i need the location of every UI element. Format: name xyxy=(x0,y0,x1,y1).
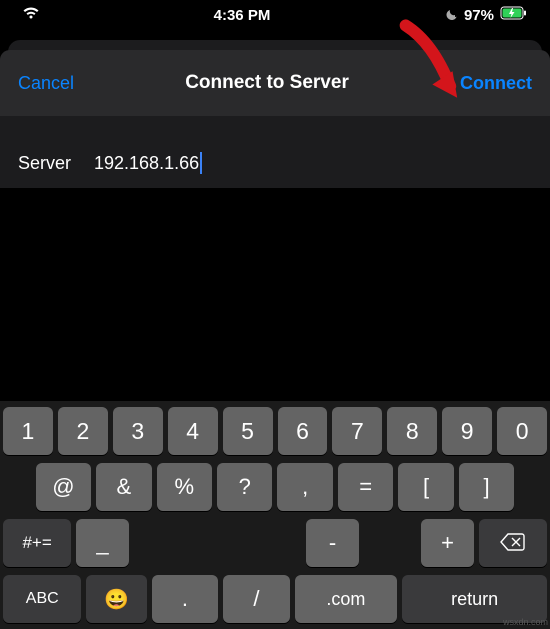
server-value: 192.168.1.66 xyxy=(94,153,199,174)
key-comma[interactable]: , xyxy=(277,463,332,511)
key-7[interactable]: 7 xyxy=(332,407,382,455)
key-5[interactable]: 5 xyxy=(223,407,273,455)
moon-icon xyxy=(444,6,458,24)
key-9[interactable]: 9 xyxy=(442,407,492,455)
key-symbols-shift[interactable]: #+= xyxy=(3,519,71,567)
key-slash[interactable]: / xyxy=(223,575,289,623)
key-percent[interactable]: % xyxy=(157,463,212,511)
keyboard-row-2: @ & % ? , = [ ] xyxy=(3,463,547,511)
key-1[interactable]: 1 xyxy=(3,407,53,455)
keyboard-row-1: 1 2 3 4 5 6 7 8 9 0 xyxy=(3,407,547,455)
key-question[interactable]: ? xyxy=(217,463,272,511)
key-8[interactable]: 8 xyxy=(387,407,437,455)
keyboard-row-4: ABC 😀 . / .com return xyxy=(3,575,547,623)
battery-icon xyxy=(500,6,528,24)
key-abc[interactable]: ABC xyxy=(3,575,81,623)
wifi-icon xyxy=(22,6,40,24)
keyboard: 1 2 3 4 5 6 7 8 9 0 @ & % ? , = [ ] #+= … xyxy=(0,401,550,629)
key-amp[interactable]: & xyxy=(96,463,151,511)
key-at[interactable]: @ xyxy=(36,463,91,511)
server-label: Server xyxy=(18,153,94,174)
key-return[interactable]: return xyxy=(402,575,547,623)
key-6[interactable]: 6 xyxy=(278,407,328,455)
key-3[interactable]: 3 xyxy=(113,407,163,455)
battery-percent: 97% xyxy=(464,7,494,24)
watermark: wsxdn.com xyxy=(503,617,548,627)
key-rbracket[interactable]: ] xyxy=(459,463,514,511)
key-underscore[interactable]: _ xyxy=(76,519,129,567)
key-0[interactable]: 0 xyxy=(497,407,547,455)
status-bar: 4:36 PM 97% xyxy=(0,0,550,30)
key-plus[interactable]: + xyxy=(421,519,474,567)
server-input-row[interactable]: Server 192.168.1.66 xyxy=(0,138,550,188)
key-minus[interactable]: - xyxy=(306,519,359,567)
key-lbracket[interactable]: [ xyxy=(398,463,453,511)
text-cursor xyxy=(200,152,202,174)
key-dot[interactable]: . xyxy=(152,575,218,623)
page-title: Connect to Server xyxy=(185,72,349,94)
key-emoji[interactable]: 😀 xyxy=(86,575,146,623)
key-backspace[interactable] xyxy=(479,519,547,567)
key-4[interactable]: 4 xyxy=(168,407,218,455)
backspace-icon xyxy=(500,530,526,557)
cancel-button[interactable]: Cancel xyxy=(18,73,74,94)
key-equals[interactable]: = xyxy=(338,463,393,511)
status-time: 4:36 PM xyxy=(214,7,271,24)
key-dotcom[interactable]: .com xyxy=(295,575,398,623)
keyboard-row-3: #+= _ - + xyxy=(3,519,547,567)
key-2[interactable]: 2 xyxy=(58,407,108,455)
